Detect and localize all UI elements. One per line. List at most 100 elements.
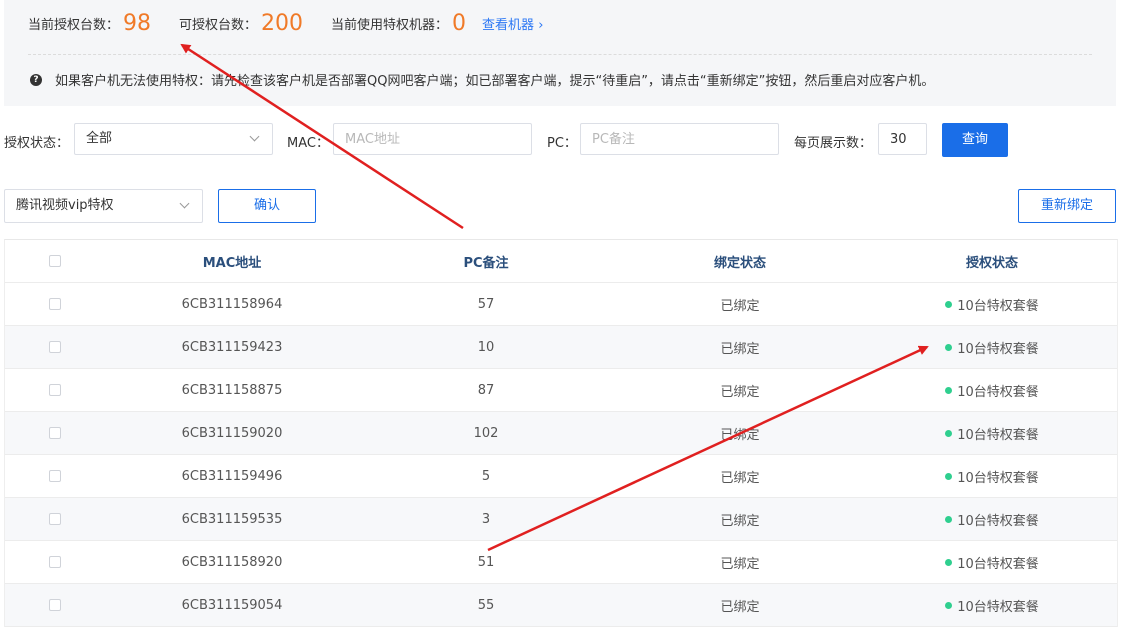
privilege-machines-label: 当前使用特权机器：: [331, 17, 449, 33]
cell-pc: 51: [477, 554, 495, 570]
confirm-button[interactable]: 确认: [218, 189, 316, 223]
cell-auth-status: 10台特权套餐: [867, 467, 1117, 486]
query-button[interactable]: 查询: [942, 123, 1008, 157]
table-row: 6CB311159535 3 已绑定 10台特权套餐: [5, 498, 1117, 541]
status-dot-icon: [945, 472, 953, 480]
row-checkbox[interactable]: [49, 513, 61, 525]
table-row: 6CB311159054 55 已绑定 10台特权套餐: [5, 584, 1117, 627]
row-checkbox[interactable]: [49, 427, 61, 439]
view-machines-link[interactable]: 查看机器 ›: [482, 14, 543, 33]
divider: [28, 54, 1092, 55]
chevron-down-icon: [179, 198, 190, 209]
table-row: 6CB311158964 57 已绑定 10台特权套餐: [5, 283, 1117, 326]
cell-auth-status: 10台特权套餐: [867, 424, 1117, 443]
cell-auth-status: 10台特权套餐: [867, 295, 1117, 314]
table-header: MAC地址 PC备注 绑定状态 授权状态: [5, 240, 1117, 283]
row-checkbox[interactable]: [49, 556, 61, 568]
current-auth-label: 当前授权台数：: [28, 17, 120, 33]
cell-auth-status: 10台特权套餐: [867, 553, 1117, 572]
cell-pc: 3: [481, 511, 491, 527]
cell-mac: 6CB311159535: [181, 511, 283, 527]
auth-status-text: 10台特权套餐: [957, 513, 1039, 529]
mac-label: MAC：: [287, 136, 329, 151]
row-checkbox[interactable]: [49, 341, 61, 353]
machine-table: MAC地址 PC备注 绑定状态 授权状态 6CB311158964 57 已绑定 10…: [4, 239, 1118, 627]
cell-bind-status: 已绑定: [720, 470, 760, 486]
auth-status-text: 10台特权套餐: [957, 599, 1039, 615]
status-dot-icon: [945, 515, 953, 523]
table-row: 6CB311159423 10 已绑定 10台特权套餐: [5, 326, 1117, 369]
pc-input[interactable]: [580, 123, 779, 155]
mac-input[interactable]: [333, 123, 532, 155]
cell-bind-status: 已绑定: [720, 513, 760, 529]
header-mac: MAC地址: [202, 255, 262, 271]
rebind-button[interactable]: 重新绑定: [1018, 189, 1116, 223]
cell-pc: 87: [477, 382, 495, 398]
auth-status-text: 10台特权套餐: [957, 470, 1039, 486]
cell-pc: 57: [477, 296, 495, 312]
cell-mac: 6CB311159496: [181, 468, 283, 484]
table-row: 6CB311158875 87 已绑定 10台特权套餐: [5, 369, 1117, 412]
auth-status-label: 授权状态：: [4, 136, 70, 151]
auth-status-text: 10台特权套餐: [957, 384, 1039, 400]
auth-status-select[interactable]: 全部: [74, 123, 273, 155]
auth-status-value: 全部: [86, 131, 113, 146]
cell-auth-status: 10台特权套餐: [867, 510, 1117, 529]
cell-mac: 6CB311158964: [181, 296, 283, 312]
status-dot-icon: [945, 558, 953, 566]
table-row: 6CB311158920 51 已绑定 10台特权套餐: [5, 541, 1117, 584]
available-auth-label: 可授权台数：: [179, 17, 258, 33]
table-body: 6CB311158964 57 已绑定 10台特权套餐 6CB311159423 10 已绑…: [5, 283, 1117, 627]
cell-bind-status: 已绑定: [720, 427, 760, 443]
privilege-machines-count: 0: [452, 10, 467, 36]
cell-auth-status: 10台特权套餐: [867, 338, 1117, 357]
cell-bind-status: 已绑定: [720, 384, 760, 400]
chevron-right-icon: ›: [538, 17, 544, 33]
chevron-down-icon: [249, 131, 260, 142]
table-row: 6CB311159020 102 已绑定 10台特权套餐: [5, 412, 1117, 455]
notice: ? 如果客户机无法使用特权：请先检查该客户机是否部署QQ网吧客户端；如已部署客户…: [30, 70, 934, 89]
cell-auth-status: 10台特权套餐: [867, 596, 1117, 615]
cell-mac: 6CB311158875: [181, 382, 283, 398]
current-auth-count: 98: [123, 10, 152, 36]
auth-status-text: 10台特权套餐: [957, 556, 1039, 572]
cell-mac: 6CB311158920: [181, 554, 283, 570]
question-circle-icon: ?: [30, 73, 42, 86]
status-dot-icon: [945, 300, 953, 308]
auth-status-text: 10台特权套餐: [957, 427, 1039, 443]
authorization-info-panel: 当前授权台数： 98 可授权台数： 200 当前使用特权机器： 0 查看机器 ›…: [4, 0, 1116, 106]
filter-bar: 授权状态： 全部 MAC： PC： 每页展示数： 查询: [0, 123, 1133, 157]
status-dot-icon: [945, 601, 953, 609]
row-checkbox[interactable]: [49, 384, 61, 396]
cell-pc: 10: [477, 339, 495, 355]
pc-label: PC：: [547, 136, 577, 151]
cell-mac: 6CB311159423: [181, 339, 283, 355]
cell-bind-status: 已绑定: [720, 556, 760, 572]
stats-bar: 当前授权台数： 98 可授权台数： 200 当前使用特权机器： 0 查看机器 ›: [28, 8, 543, 38]
cell-mac: 6CB311159020: [181, 425, 283, 441]
view-machines-label: 查看机器: [482, 17, 535, 33]
available-auth-count: 200: [261, 10, 304, 36]
status-dot-icon: [945, 386, 953, 394]
notice-text: 如果客户机无法使用特权：请先检查该客户机是否部署QQ网吧客户端；如已部署客户端，…: [55, 74, 935, 89]
page-size-input[interactable]: [878, 123, 927, 155]
auth-status-text: 10台特权套餐: [957, 298, 1039, 314]
cell-bind-status: 已绑定: [720, 341, 760, 357]
action-bar: 腾讯视频vip特权 确认 重新绑定: [0, 189, 1133, 223]
cell-pc: 5: [481, 468, 491, 484]
page-size-label: 每页展示数：: [794, 136, 873, 151]
header-bind-status: 绑定状态: [713, 255, 766, 271]
row-checkbox[interactable]: [49, 298, 61, 310]
cell-bind-status: 已绑定: [720, 599, 760, 615]
table-row: 6CB311159496 5 已绑定 10台特权套餐: [5, 455, 1117, 498]
cell-bind-status: 已绑定: [720, 298, 760, 314]
status-dot-icon: [945, 429, 953, 437]
privilege-select[interactable]: 腾讯视频vip特权: [4, 189, 203, 223]
select-all-checkbox[interactable]: [49, 255, 61, 267]
header-auth-status: 授权状态: [965, 255, 1018, 271]
row-checkbox[interactable]: [49, 599, 61, 611]
cell-auth-status: 10台特权套餐: [867, 381, 1117, 400]
header-pc: PC备注: [463, 255, 509, 271]
privilege-select-value: 腾讯视频vip特权: [16, 198, 114, 213]
row-checkbox[interactable]: [49, 470, 61, 482]
